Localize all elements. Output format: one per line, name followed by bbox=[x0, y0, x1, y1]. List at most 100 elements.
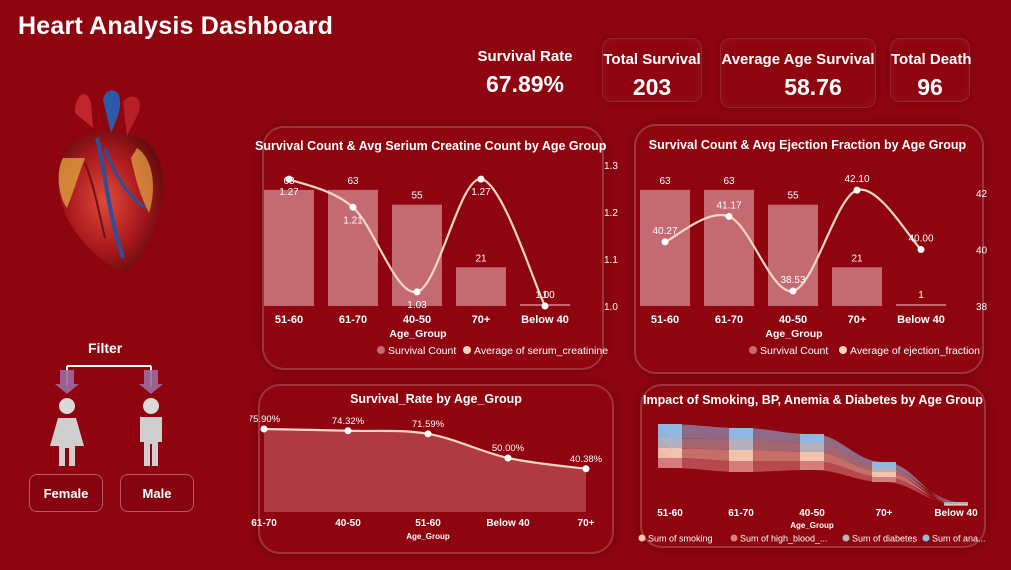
legend-label: Survival Count bbox=[760, 345, 828, 357]
y2-tick-label: 40 bbox=[976, 246, 988, 257]
kpi-total-survival: Total Survival 203 bbox=[602, 38, 702, 102]
x-tick-label: 40-50 bbox=[799, 508, 825, 519]
stack-segment bbox=[800, 443, 824, 452]
x-tick-label: 70+ bbox=[848, 314, 867, 326]
line-point bbox=[504, 454, 512, 462]
survival-rate-chart-title: Survival_Rate by Age_Group bbox=[350, 392, 522, 406]
line-label: 42.10 bbox=[844, 174, 869, 185]
bar-label: 63 bbox=[659, 176, 671, 187]
value-label: 40.38% bbox=[570, 454, 603, 465]
line-point bbox=[917, 246, 925, 253]
y2-tick-label: 38 bbox=[976, 302, 988, 313]
legend-label: Average of serum_creatinine bbox=[474, 345, 608, 357]
line-point bbox=[344, 427, 352, 435]
x-tick-label: Below 40 bbox=[521, 314, 569, 326]
line-point bbox=[424, 430, 432, 438]
stack-segment bbox=[658, 424, 682, 438]
legend-marker bbox=[922, 534, 930, 542]
stack-segment bbox=[944, 504, 968, 505]
ejection-chart: 63 51-60 63 61-70 55 40-50 21 70+ 1 Below 40 42 40 3… bbox=[640, 174, 988, 357]
kpi-label: Total Death bbox=[891, 51, 972, 68]
bar-label: 55 bbox=[787, 191, 799, 202]
bar bbox=[264, 189, 314, 306]
line-label: 1.21 bbox=[343, 215, 363, 226]
x-tick-label: 61-70 bbox=[715, 314, 743, 326]
line-point bbox=[853, 186, 861, 194]
bar bbox=[640, 189, 690, 306]
dashboard-title: Heart Analysis Dashboard bbox=[18, 12, 334, 40]
creatinine-chart: 6351-606361-705540-502170+1Below 401.31.… bbox=[264, 161, 618, 357]
line-label: 40.00 bbox=[908, 234, 933, 245]
stack-segment bbox=[872, 472, 896, 477]
y2-tick-label: 1.3 bbox=[604, 161, 618, 172]
line-point bbox=[725, 212, 733, 220]
line-point bbox=[285, 175, 293, 183]
line-point bbox=[789, 287, 797, 295]
line-point bbox=[541, 302, 549, 310]
x-tick-label: 51-60 bbox=[657, 508, 683, 519]
value-label: 71.59% bbox=[412, 419, 445, 430]
bar bbox=[832, 267, 882, 306]
line-label: 1.27 bbox=[279, 187, 299, 198]
x-axis-label: Age_Group bbox=[790, 521, 834, 530]
female-icon[interactable] bbox=[48, 396, 86, 468]
line-label: 1.03 bbox=[407, 300, 427, 311]
bar-label: 21 bbox=[475, 253, 487, 264]
survival-rate-chart: 75.90% 61-70 74.32% 40-50 71.59% 51-60 50.00% B… bbox=[250, 414, 603, 541]
line-point bbox=[661, 238, 669, 246]
kpi-label: Average Age Survival bbox=[721, 51, 875, 68]
legend-marker bbox=[730, 534, 738, 542]
legend-label: Survival Count bbox=[388, 345, 456, 357]
bar bbox=[896, 304, 946, 306]
line-label: 38.53 bbox=[780, 275, 805, 286]
legend-label: Sum of smoking bbox=[648, 534, 713, 544]
legend-marker bbox=[638, 534, 646, 542]
value-label: 75.90% bbox=[250, 414, 281, 425]
bar-label: 1 bbox=[918, 290, 924, 301]
impact-chart-title: Impact of Smoking, BP, Anemia & Diabetes… bbox=[643, 393, 983, 407]
line-label: 40.27 bbox=[652, 226, 677, 237]
stack-segment bbox=[729, 439, 753, 450]
legend-marker bbox=[839, 346, 847, 354]
stack-segment bbox=[944, 503, 968, 504]
x-tick-label: 51-60 bbox=[415, 518, 441, 529]
stack-segment bbox=[944, 505, 968, 506]
male-filter-button[interactable]: Male bbox=[120, 474, 194, 512]
stack-segment bbox=[800, 434, 824, 443]
line-point bbox=[477, 175, 485, 183]
creatinine-chart-title: Survival Count & Avg Serium Creatine Cou… bbox=[255, 139, 607, 153]
x-tick-label: 70+ bbox=[876, 508, 893, 519]
stack-segment bbox=[872, 462, 896, 467]
x-tick-label: Below 40 bbox=[934, 508, 978, 519]
bar-label: 21 bbox=[851, 253, 863, 264]
x-tick-label: 51-60 bbox=[651, 314, 679, 326]
area-fill bbox=[264, 428, 586, 512]
x-tick-label: 40-50 bbox=[779, 314, 807, 326]
x-tick-label: 51-60 bbox=[275, 314, 303, 326]
value-label: 74.32% bbox=[332, 416, 365, 427]
legend-marker bbox=[377, 346, 385, 354]
kpi-total-death: Total Death 96 bbox=[890, 38, 972, 102]
kpi-value: 67.89% bbox=[485, 71, 564, 97]
legend-marker bbox=[842, 534, 850, 542]
line-point bbox=[582, 465, 590, 473]
kpi-value: 96 bbox=[917, 74, 943, 100]
stack-segment bbox=[872, 467, 896, 472]
stack-segment bbox=[800, 452, 824, 461]
filter-title: Filter bbox=[88, 340, 123, 356]
kpi-value: 203 bbox=[632, 74, 672, 100]
x-tick-label: 61-70 bbox=[339, 314, 367, 326]
legend-marker bbox=[463, 346, 471, 354]
line-label: 41.17 bbox=[716, 200, 741, 211]
kpi-label: Survival Rate bbox=[477, 48, 573, 65]
female-filter-button[interactable]: Female bbox=[29, 474, 103, 512]
bar bbox=[456, 267, 506, 306]
x-tick-label: Below 40 bbox=[897, 314, 945, 326]
x-axis-label: Age_Group bbox=[406, 532, 450, 541]
ejection-chart-title: Survival Count & Avg Ejection Fraction b… bbox=[648, 138, 967, 152]
bar-label: 55 bbox=[411, 191, 423, 202]
heart-image bbox=[57, 90, 163, 271]
male-icon[interactable] bbox=[132, 396, 170, 468]
kpi-survival-rate: Survival Rate 67.89% bbox=[472, 30, 578, 97]
x-axis-label: Age_Group bbox=[389, 328, 446, 340]
